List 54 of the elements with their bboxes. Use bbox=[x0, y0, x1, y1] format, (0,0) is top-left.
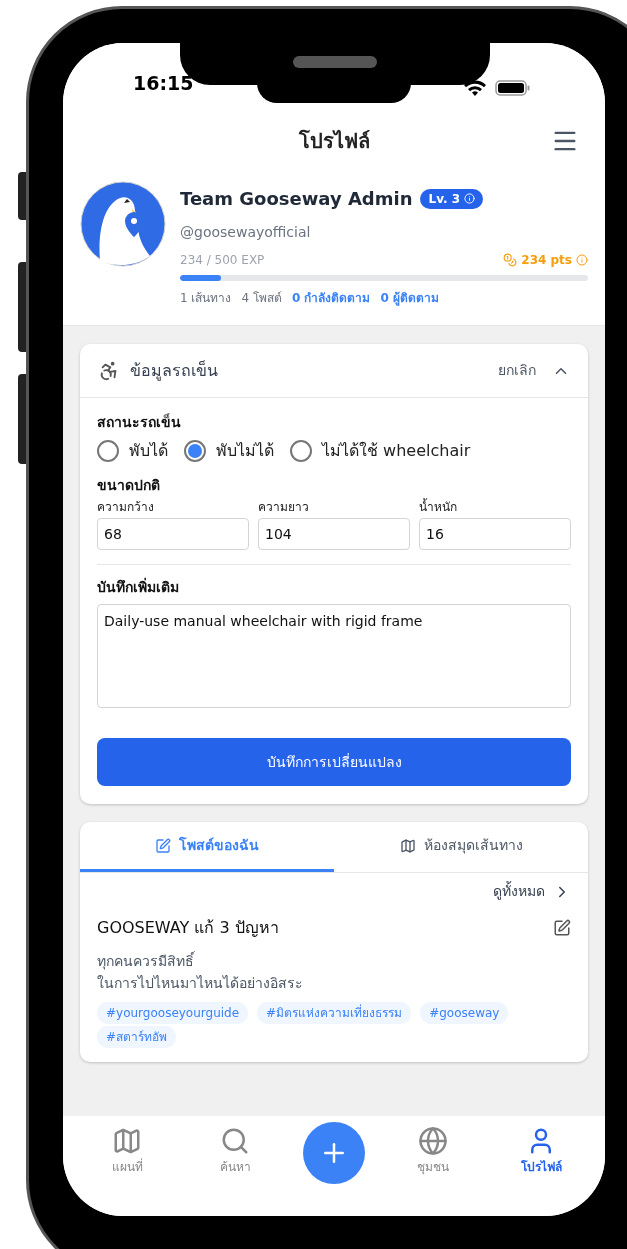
nav-item[interactable]: ค้นหา bbox=[195, 1122, 275, 1176]
save-button[interactable]: บันทึกการเปลี่ยนแปลง bbox=[97, 738, 571, 786]
follow-link[interactable]: 0 กำลังติดตาม bbox=[291, 289, 371, 307]
stat-text: 4 โพสต์ bbox=[241, 290, 282, 307]
section-label: สถานะรถเข็น bbox=[97, 412, 182, 432]
view-all-link[interactable]: ดูทั้งหมด bbox=[493, 881, 571, 902]
input-field[interactable]: 104 bbox=[258, 518, 410, 550]
status-time: 16:15 bbox=[133, 70, 194, 96]
radio-option[interactable]: ไม่ได้ใช้ wheelchair bbox=[290, 439, 471, 463]
stat-text: 1 เส้นทาง bbox=[180, 290, 232, 307]
radio-button[interactable] bbox=[97, 440, 119, 462]
post-body-line: ในการไปไหนมาไหนได้อย่างอิสระ bbox=[97, 974, 304, 993]
profile-handle: @goosewayofficial bbox=[180, 223, 312, 242]
radio-option[interactable]: พับไม่ได้ bbox=[184, 439, 274, 463]
nav-item[interactable]: ชุมชน bbox=[393, 1122, 473, 1176]
input-field[interactable]: 16 bbox=[419, 518, 571, 550]
field-label: ความกว้าง bbox=[97, 499, 155, 516]
globe-icon bbox=[418, 1126, 448, 1156]
radio-button[interactable] bbox=[290, 440, 312, 462]
hashtag[interactable]: #yourgooseyourguide bbox=[97, 1002, 249, 1024]
level-badge[interactable]: Lv. 3 bbox=[420, 188, 484, 209]
search-icon bbox=[220, 1126, 250, 1156]
nav-item[interactable]: โปรไฟล์ bbox=[501, 1122, 581, 1176]
input-field[interactable]: 68 bbox=[97, 518, 249, 550]
nav-item[interactable]: แผนที่ bbox=[87, 1122, 167, 1176]
points-text: 234 pts bbox=[521, 252, 572, 269]
coins-icon bbox=[503, 253, 518, 267]
field-label: ความยาว bbox=[258, 499, 310, 516]
hashtag[interactable]: #gooseway bbox=[420, 1002, 509, 1024]
notes-field[interactable]: Daily-use manual wheelchair with rigid frame bbox=[97, 604, 571, 708]
map-icon bbox=[399, 837, 416, 854]
follow-link[interactable]: 0 ผู้ติดตาม bbox=[380, 289, 439, 307]
info-icon bbox=[464, 193, 476, 204]
page-title: โปรไฟล์ bbox=[298, 128, 370, 155]
radio-button[interactable] bbox=[184, 440, 206, 462]
section-label: ขนาดปกติ bbox=[97, 476, 161, 495]
field-label: น้ำหนัก bbox=[419, 498, 458, 516]
radio-option[interactable]: พับได้ bbox=[97, 439, 168, 463]
hashtag[interactable]: #สตาร์ทอัพ bbox=[97, 1026, 177, 1048]
map-icon bbox=[112, 1126, 142, 1156]
tab[interactable]: โพสต์ของฉัน bbox=[80, 822, 334, 872]
cancel-button[interactable]: ยกเลิก bbox=[498, 360, 536, 381]
hashtag[interactable]: #มิตรแห่งความเที่ยงธรรม bbox=[257, 1002, 412, 1024]
edit-icon bbox=[155, 837, 171, 854]
post-body-line: ทุกคนควรมีสิทธิ์ bbox=[97, 950, 196, 972]
exp-text: 234 / 500 EXP bbox=[180, 252, 265, 269]
battery-icon bbox=[495, 79, 531, 97]
tab[interactable]: ห้องสมุดเส้นทาง bbox=[334, 822, 588, 872]
post-title: GOOSEWAY แก้ 3 ปัญหา bbox=[97, 917, 279, 939]
card-title: ข้อมูลรถเข็น bbox=[130, 359, 218, 383]
profile-name: Team Gooseway Admin bbox=[180, 187, 413, 211]
edit-icon[interactable] bbox=[553, 919, 571, 937]
section-label: บันทึกเพิ่มเติม bbox=[97, 577, 180, 597]
speaker-icon bbox=[293, 56, 377, 68]
